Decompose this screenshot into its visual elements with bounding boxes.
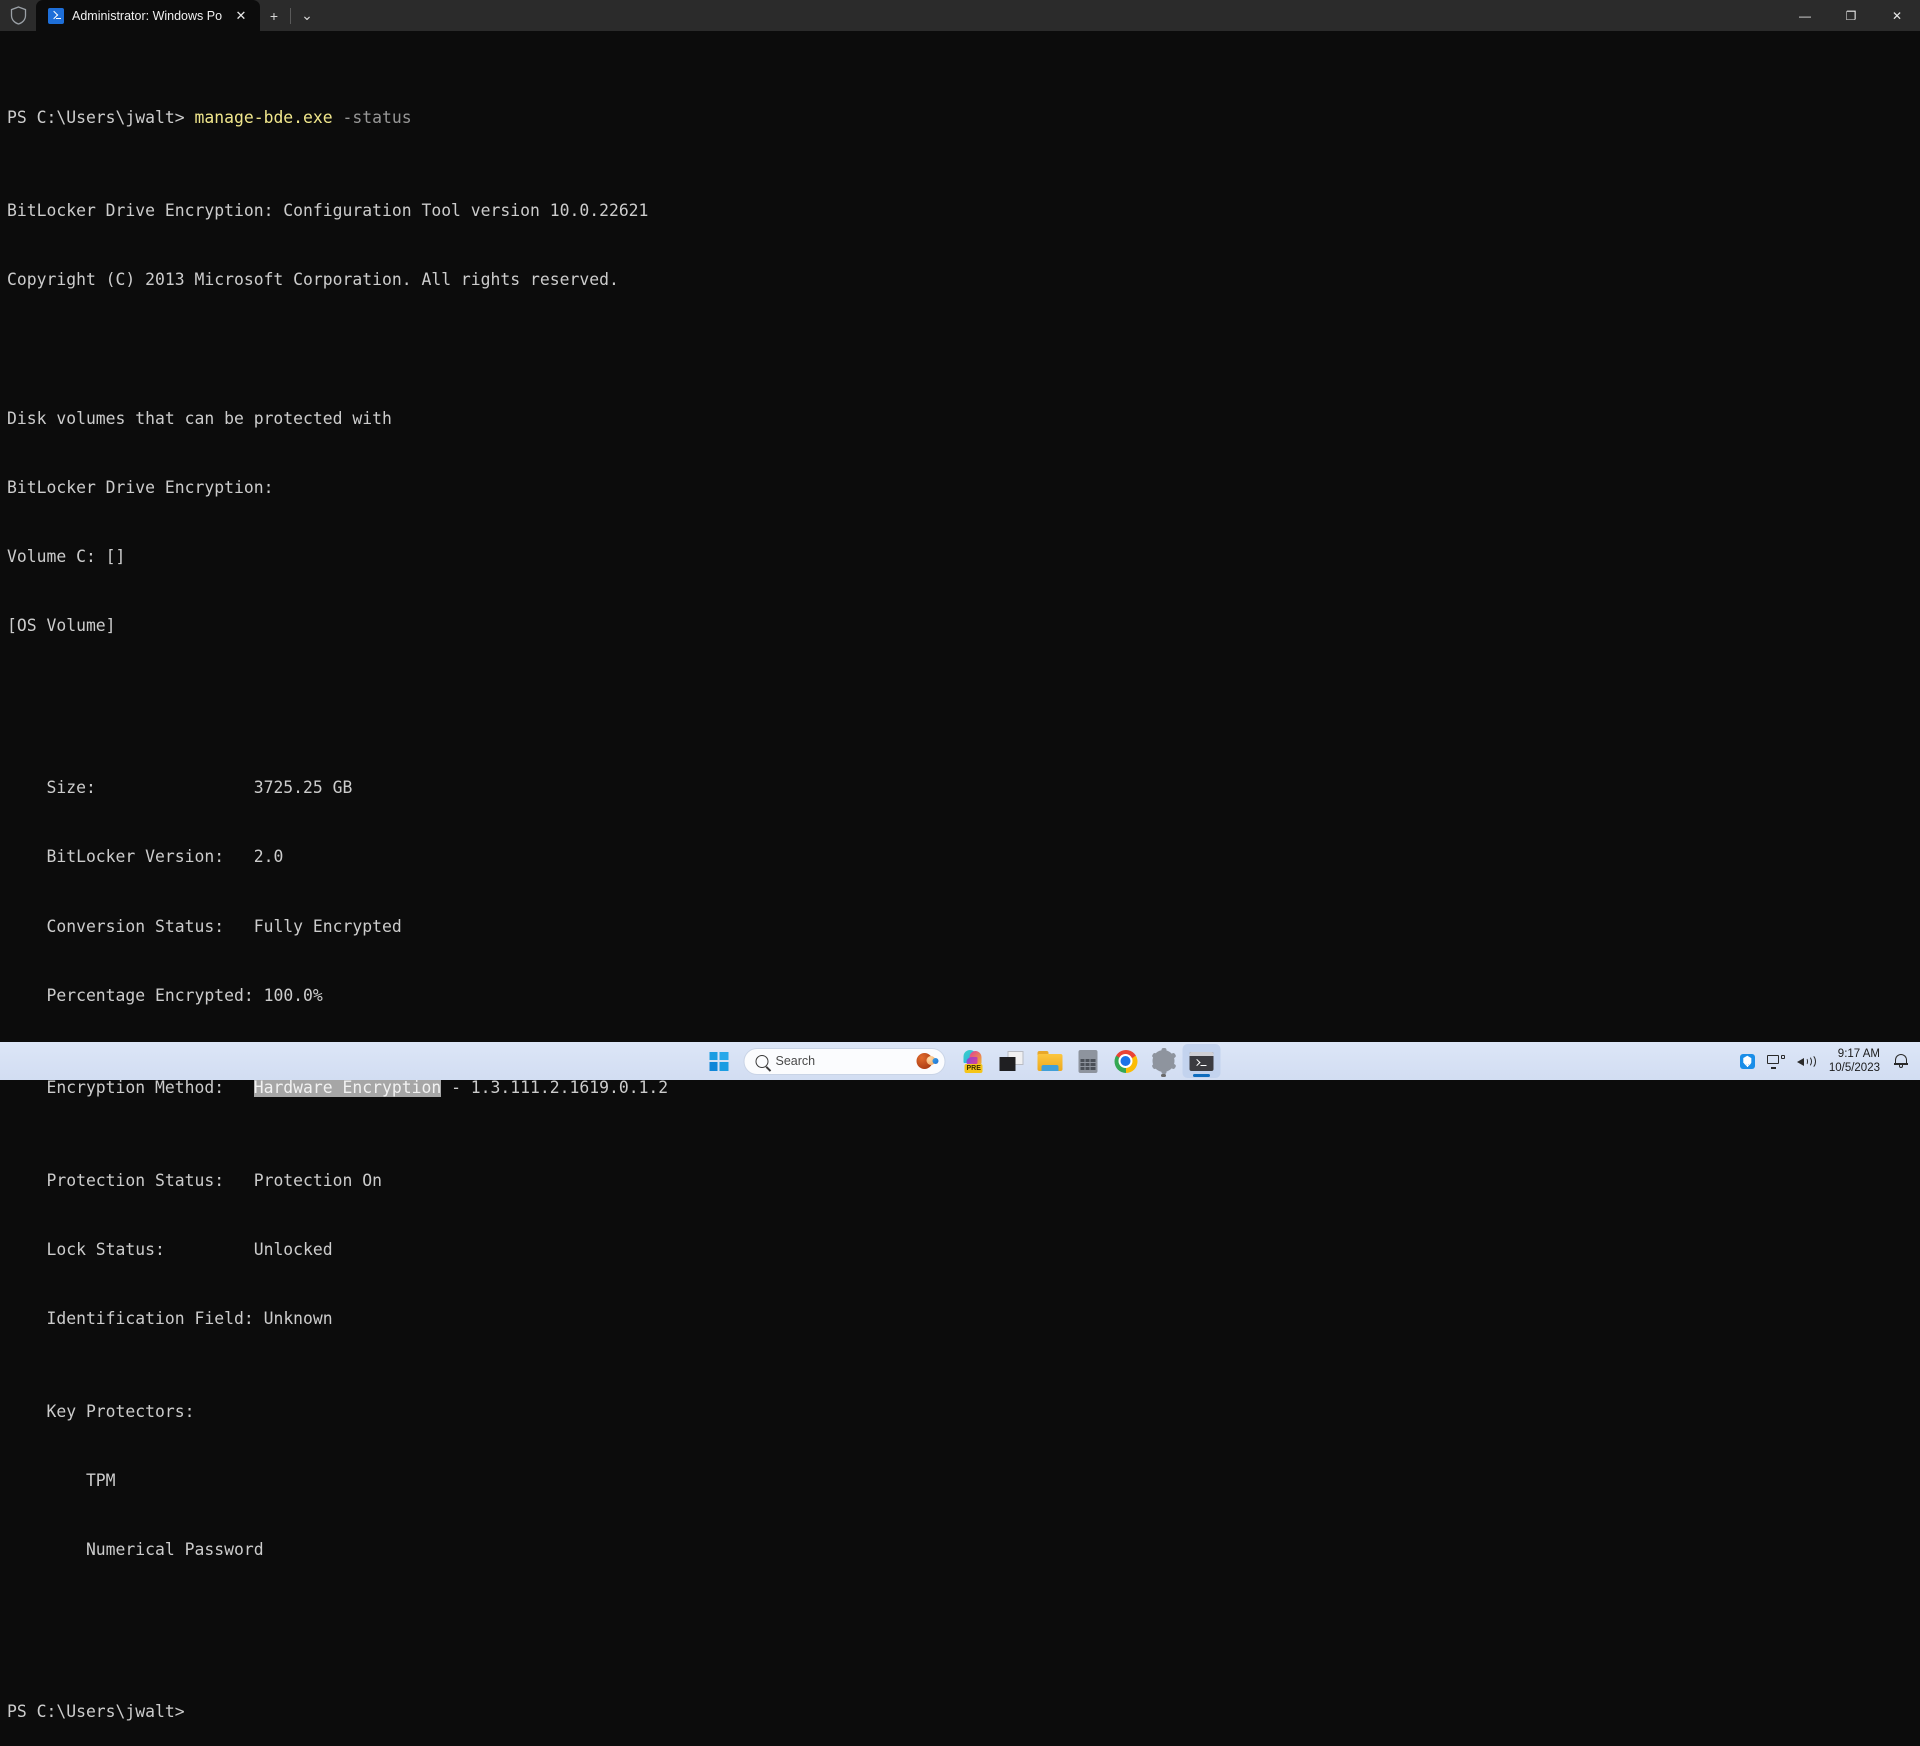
command-line: PS C:\Users\jwalt> manage-bde.exe -statu… xyxy=(7,106,1920,129)
property-label: Encryption Method: xyxy=(7,1078,254,1097)
running-indicator xyxy=(1161,1074,1166,1077)
copyright-line: Copyright (C) 2013 Microsoft Corporation… xyxy=(7,268,1920,291)
powershell-icon xyxy=(48,8,64,24)
taskbar-center-group: Search PRE xyxy=(700,1044,1221,1078)
search-input[interactable]: Search xyxy=(744,1048,946,1075)
property-row: Lock Status: Unlocked xyxy=(7,1238,1920,1261)
terminal-output[interactable]: PS C:\Users\jwalt> manage-bde.exe -statu… xyxy=(0,31,1920,1042)
prompt-text: PS C:\Users\jwalt> xyxy=(7,108,185,127)
clock-time: 9:17 AM xyxy=(1838,1047,1880,1061)
search-placeholder: Search xyxy=(776,1054,910,1068)
clock-date: 10/5/2023 xyxy=(1829,1061,1880,1075)
property-value: 2.0 xyxy=(254,847,284,866)
property-label: BitLocker Version: xyxy=(7,847,254,866)
window-controls: — ❐ ✕ xyxy=(1782,0,1920,31)
blank-line-2 xyxy=(7,684,1920,707)
property-row: Identification Field: Unknown xyxy=(7,1307,1920,1330)
chrome-icon xyxy=(1114,1050,1137,1073)
copilot-icon: PRE xyxy=(962,1049,986,1073)
network-icon xyxy=(1767,1054,1785,1069)
tab-title: Administrator: Windows Pow xyxy=(72,9,222,23)
terminal-tab[interactable]: Administrator: Windows Pow ✕ xyxy=(36,0,260,31)
taskbar-item-calculator[interactable] xyxy=(1069,1044,1107,1078)
calculator-icon xyxy=(1078,1050,1097,1073)
taskbar-item-copilot[interactable]: PRE xyxy=(955,1044,993,1078)
property-value: Protection On xyxy=(254,1171,382,1190)
maximize-button[interactable]: ❐ xyxy=(1828,0,1874,31)
property-row: Percentage Encrypted: 100.0% xyxy=(7,984,1920,1007)
volume-line: Volume C: [] xyxy=(7,545,1920,568)
taskbar: Search PRE xyxy=(0,1042,1920,1080)
tool-version-line: BitLocker Drive Encryption: Configuratio… xyxy=(7,199,1920,222)
blank-line-3 xyxy=(7,1630,1920,1653)
taskbar-item-google-chrome[interactable] xyxy=(1107,1044,1145,1078)
property-label: Percentage Encrypted: xyxy=(7,986,264,1005)
property-value: 100.0% xyxy=(264,986,323,1005)
close-tab-icon[interactable]: ✕ xyxy=(230,5,252,27)
gear-icon xyxy=(1153,1050,1175,1072)
property-label: Conversion Status: xyxy=(7,917,254,936)
active-indicator xyxy=(1193,1074,1210,1077)
property-value: 3725.25 GB xyxy=(254,778,353,797)
command-argument: -status xyxy=(343,108,412,127)
copilot-preview-badge: PRE xyxy=(965,1064,983,1073)
copilot-orb-icon[interactable] xyxy=(917,1053,939,1069)
property-value: Fully Encrypted xyxy=(254,917,402,936)
taskbar-item-file-explorer[interactable] xyxy=(1031,1044,1069,1078)
property-value: Unlocked xyxy=(254,1240,333,1259)
volume-tray-icon[interactable] xyxy=(1791,1045,1821,1077)
intro-line-1: Disk volumes that can be protected with xyxy=(7,407,1920,430)
taskbar-item-windows-terminal[interactable] xyxy=(1183,1044,1221,1078)
windows-logo-icon xyxy=(709,1052,728,1071)
network-tray-icon[interactable] xyxy=(1761,1045,1791,1077)
tabstrip-divider xyxy=(290,8,291,24)
volume-type-line: [OS Volume] xyxy=(7,614,1920,637)
key-protectors-label: Key Protectors: xyxy=(7,1400,1920,1423)
volume-icon xyxy=(1797,1054,1815,1069)
bluetooth-tray-icon[interactable] xyxy=(1734,1045,1761,1077)
chevron-down-icon[interactable]: ⌄ xyxy=(293,0,321,31)
encryption-method-oid: - 1.3.111.2.1619.0.1.2 xyxy=(441,1078,668,1097)
new-tab-button[interactable]: + xyxy=(260,0,288,31)
folder-icon xyxy=(1037,1051,1062,1071)
property-row: Size: 3725.25 GB xyxy=(7,776,1920,799)
taskbar-item-settings[interactable] xyxy=(1145,1044,1183,1078)
clock[interactable]: 9:17 AM 10/5/2023 xyxy=(1821,1047,1888,1075)
command-text: manage-bde.exe xyxy=(195,108,333,127)
property-row: Conversion Status: Fully Encrypted xyxy=(7,915,1920,938)
selected-text[interactable]: Hardware Encryption xyxy=(254,1078,442,1097)
property-label: Protection Status: xyxy=(7,1171,254,1190)
property-label: Size: xyxy=(7,778,254,797)
window-titlebar: Administrator: Windows Pow ✕ + ⌄ — ❐ ✕ xyxy=(0,0,1920,31)
blank-line-1 xyxy=(7,337,1920,360)
task-view-icon xyxy=(1000,1051,1024,1071)
property-row: Protection Status: Protection On xyxy=(7,1169,1920,1192)
notifications-button[interactable] xyxy=(1888,1045,1914,1077)
property-label: Identification Field: xyxy=(7,1309,264,1328)
terminal-icon xyxy=(1190,1052,1214,1071)
close-window-button[interactable]: ✕ xyxy=(1874,0,1920,31)
intro-line-2: BitLocker Drive Encryption: xyxy=(7,476,1920,499)
bluetooth-icon xyxy=(1740,1054,1755,1069)
minimize-button[interactable]: — xyxy=(1782,0,1828,31)
taskbar-item-task-view[interactable] xyxy=(993,1044,1031,1078)
system-tray: 9:17 AM 10/5/2023 xyxy=(1734,1042,1920,1080)
shield-icon[interactable] xyxy=(0,0,36,31)
property-value: Unknown xyxy=(264,1309,333,1328)
bell-icon xyxy=(1894,1053,1908,1069)
property-label: Lock Status: xyxy=(7,1240,254,1259)
search-icon xyxy=(756,1055,769,1068)
key-protector-item: Numerical Password xyxy=(7,1538,1920,1561)
start-button[interactable] xyxy=(700,1044,738,1078)
final-prompt: PS C:\Users\jwalt> xyxy=(7,1700,1920,1723)
key-protector-item: TPM xyxy=(7,1469,1920,1492)
property-row: BitLocker Version: 2.0 xyxy=(7,845,1920,868)
